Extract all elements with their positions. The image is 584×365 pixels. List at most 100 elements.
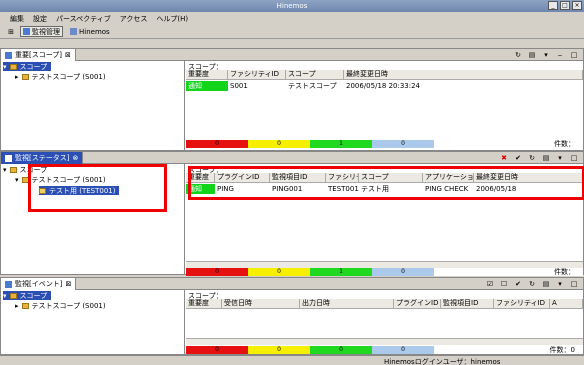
column-header[interactable]: 最終変更日時 (344, 70, 583, 79)
column-header[interactable]: 受信日時 (222, 299, 300, 308)
tree-item-scope-root[interactable]: ▾ スコープ (3, 62, 52, 71)
horizontal-scrollbar[interactable] (186, 261, 583, 268)
confirm-icon[interactable]: ✔ (513, 279, 523, 289)
facility-cell: S001 (230, 82, 248, 90)
unknown-count: 0 (372, 268, 434, 276)
view-menu-icon[interactable]: ▾ (541, 50, 551, 60)
column-header[interactable]: ファシリティID (494, 299, 550, 308)
folder-icon (9, 63, 17, 70)
minimize-view-icon[interactable]: ‒ (555, 50, 565, 60)
event-view-tab[interactable]: 監視[イベント] ⊠ (1, 278, 77, 290)
horizontal-scrollbar[interactable] (186, 338, 583, 345)
window-title: Hinemos (276, 2, 308, 10)
close-tab-icon[interactable]: ⊠ (65, 51, 71, 59)
unknown-count: 0 (372, 346, 434, 354)
minimize-icon[interactable]: _ (548, 1, 558, 10)
unknown-count: 0 (372, 140, 434, 148)
info-count: 1 (310, 140, 372, 148)
menu-edit[interactable]: 編集 (10, 14, 24, 24)
collapse-icon[interactable]: ▾ (3, 63, 7, 71)
tree-item-test-scope[interactable]: ▸ テストスコープ (S001) (15, 72, 106, 81)
event-scope-tree: ▾ スコープ ▸ テストスコープ (S001) (1, 290, 185, 354)
column-header[interactable]: 重要度 (186, 70, 228, 79)
filter-icon[interactable]: ▤ (541, 279, 551, 289)
check-icon[interactable]: ☑ (485, 279, 495, 289)
refresh-icon[interactable]: ↻ (527, 153, 537, 163)
critical-count: 0 (186, 346, 248, 354)
column-header[interactable]: A (550, 299, 583, 308)
folder-icon (21, 73, 29, 80)
record-count: 件数：0 (549, 346, 575, 354)
perspective-bar: ⊞ 監視管理 Hinemos (0, 25, 584, 39)
menu-bar: 編集 設定 パースペクティブ アクセス ヘルプ(H) (0, 12, 584, 25)
updated-cell: 2006/05/18 20:33:24 (346, 82, 421, 90)
scope-view-tab-label: 重要[スコープ] (15, 51, 63, 59)
column-header[interactable]: スコープ (286, 70, 344, 79)
critical-count: 0 (186, 140, 248, 148)
uncheck-icon[interactable]: ☐ (499, 279, 509, 289)
record-count: 件数： (554, 140, 575, 148)
maximize-view-icon[interactable]: □ (569, 50, 579, 60)
delete-icon[interactable]: ✖ (499, 153, 509, 163)
filter-icon[interactable]: ▤ (527, 50, 537, 60)
tree-item-scope-root[interactable]: ▾ スコープ (3, 291, 52, 300)
filter-icon[interactable]: ▤ (541, 153, 551, 163)
column-header[interactable]: 出力日時 (300, 299, 394, 308)
perspective-monitor[interactable]: 監視管理 (20, 26, 63, 37)
priority-cell: 通知 (186, 81, 228, 91)
collapse-icon[interactable]: ▾ (3, 292, 7, 300)
maximize-view-icon[interactable]: □ (569, 279, 579, 289)
perspective-hinemos[interactable]: Hinemos (67, 26, 113, 37)
close-tab-icon[interactable]: ⊗ (72, 154, 78, 162)
view-icon (5, 154, 12, 162)
scope-cell: テストスコープ (288, 82, 337, 90)
highlight-box-table (188, 166, 584, 200)
warning-count: 0 (248, 140, 310, 148)
event-view-tab-label: 監視[イベント] (15, 280, 63, 288)
folder-icon (9, 292, 17, 299)
view-menu-icon[interactable]: ▾ (555, 153, 565, 163)
severity-summary-bar: 0 0 1 0 (186, 268, 583, 276)
maximize-icon[interactable]: □ (560, 1, 570, 10)
collapse-icon[interactable]: ▾ (3, 166, 7, 174)
refresh-icon[interactable]: ↻ (527, 279, 537, 289)
critical-count: 0 (186, 268, 248, 276)
column-header[interactable]: 監視項目ID (441, 299, 494, 308)
column-header[interactable]: プラグインID (394, 299, 441, 308)
menu-access[interactable]: アクセス (120, 14, 148, 24)
tree-item-test-scope[interactable]: ▸ テストスコープ (S001) (15, 301, 106, 310)
close-tab-icon[interactable]: ⊠ (65, 280, 71, 288)
table-row[interactable]: 通知 S001 テストスコープ 2006/05/18 20:33:24 (186, 81, 583, 91)
expand-icon[interactable]: ▸ (15, 73, 19, 81)
status-view-tab[interactable]: 監視[ステータス] ⊗ (1, 152, 84, 164)
menu-settings[interactable]: 設定 (33, 14, 47, 24)
menu-help[interactable]: ヘルプ(H) (156, 14, 188, 24)
severity-summary-bar: 0 0 0 0 (186, 346, 583, 354)
scope-table-area: スコープ： 重要度 ファシリティID スコープ 最終変更日時 通知 S001 テ… (186, 61, 583, 150)
scope-view-tab[interactable]: 重要[スコープ] ⊠ (1, 49, 76, 61)
expand-icon[interactable]: ▸ (15, 302, 19, 310)
open-perspective-icon[interactable]: ⊞ (6, 27, 16, 37)
close-icon[interactable]: × (572, 1, 582, 10)
menu-perspective[interactable]: パースペクティブ (56, 14, 111, 24)
info-count: 1 (310, 268, 372, 276)
highlight-box-tree (28, 164, 167, 212)
tree-root-label: スコープ (19, 291, 48, 300)
column-header[interactable]: ファシリティID (228, 70, 286, 79)
view-menu-icon[interactable]: ▾ (555, 279, 565, 289)
login-user-label: Hinemosログインユーザ：hinemos (384, 358, 501, 365)
event-table-area: スコープ： 重要度 受信日時 出力日時 プラグインID 監視項目ID ファシリテ… (186, 290, 583, 354)
status-line: Hinemosログインユーザ：hinemos (0, 355, 584, 365)
refresh-icon[interactable]: ↻ (513, 50, 523, 60)
collapse-icon[interactable]: ▾ (15, 176, 19, 184)
tree-child-label: テストスコープ (S001) (31, 72, 106, 81)
table-header: 重要度 ファシリティID スコープ 最終変更日時 (186, 70, 583, 80)
scope-view: 重要[スコープ] ⊠ ↻ ▤ ▾ ‒ □ ▾ スコープ ▸ テストスコープ (S… (0, 48, 584, 151)
confirm-icon[interactable]: ✔ (513, 153, 523, 163)
maximize-view-icon[interactable]: □ (569, 153, 579, 163)
tree-root-label: スコープ (19, 62, 48, 71)
record-count: 件数： (554, 268, 575, 276)
column-header[interactable]: 重要度 (186, 299, 222, 308)
hinemos-perspective-icon (70, 28, 77, 35)
folder-icon (9, 166, 17, 173)
